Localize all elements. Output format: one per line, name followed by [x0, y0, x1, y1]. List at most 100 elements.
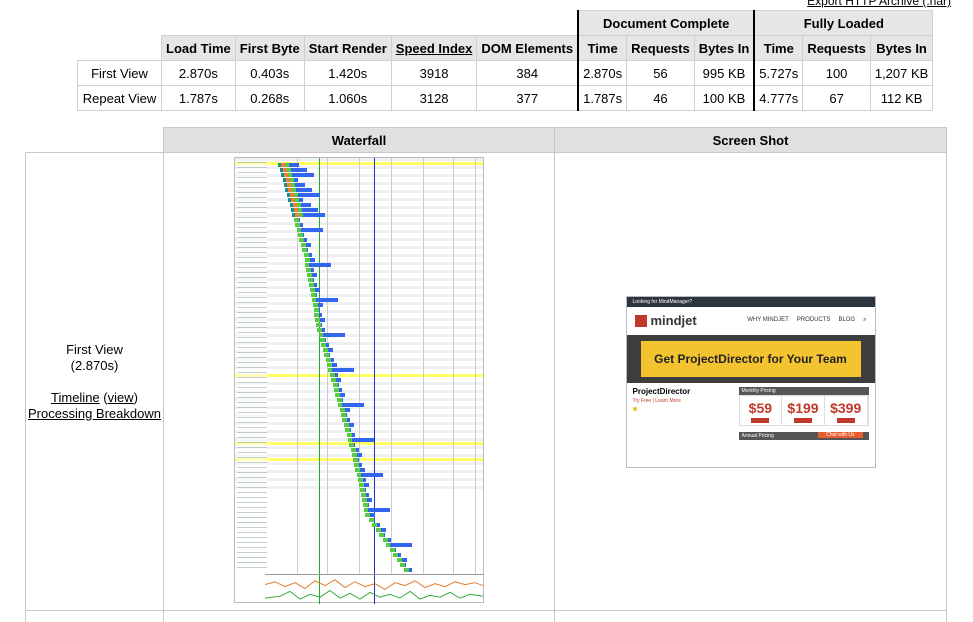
- waterfall-bar: [347, 418, 351, 422]
- timeline-link[interactable]: Timeline: [51, 390, 100, 405]
- doc-complete-line: [374, 158, 375, 604]
- summary-table: Document Complete Fully Loaded Load Time…: [77, 10, 934, 111]
- waterfall-bar: [315, 293, 317, 297]
- cpu-bandwidth-graph: [265, 574, 483, 600]
- group-document-complete: Document Complete: [577, 10, 756, 36]
- waterfall-bar: [384, 533, 386, 537]
- waterfall-bar: [311, 268, 315, 272]
- screenshot-cell: Looking for MindManager? mindjet WHY MIN…: [554, 152, 947, 611]
- first-view-cell: First View (2.870s) Timeline (view) Proc…: [25, 152, 164, 611]
- waterfall-bar: [358, 458, 360, 462]
- waterfall-bar: [303, 213, 326, 217]
- waterfall-bar: [360, 468, 366, 472]
- col-fl-bytes: Bytes In: [869, 35, 934, 61]
- col-speed-index[interactable]: Speed Index: [390, 35, 478, 61]
- waterfall-bar: [329, 353, 331, 357]
- waterfall-bar: [321, 323, 323, 327]
- waterfall-bar: [297, 193, 320, 197]
- table-row: Repeat View 1.787s 0.268s 1.060s 3128 37…: [77, 85, 934, 111]
- waterfall-bar: [303, 233, 304, 237]
- waterfall-bar: [295, 183, 305, 187]
- col-fl-time: Time: [753, 35, 804, 61]
- screenshot-nav-item: BLOG: [838, 317, 856, 323]
- waterfall-bar: [304, 238, 308, 242]
- waterfall-bar: [322, 333, 345, 337]
- waterfall-header: Waterfall: [163, 127, 555, 153]
- screenshot-nav-item: WHY MINDJET: [747, 317, 789, 323]
- waterfall-bar: [408, 568, 412, 572]
- col-first-byte: First Byte: [234, 35, 305, 61]
- waterfall-bar: [370, 513, 376, 517]
- waterfall-bar: [363, 483, 369, 487]
- screenshot-header: Screen Shot: [554, 127, 947, 153]
- waterfall-bar: [364, 488, 366, 492]
- waterfall-bar: [317, 303, 323, 307]
- timeline-view-link[interactable]: view: [108, 390, 134, 405]
- waterfall-bar: [405, 563, 407, 567]
- waterfall-bar: [398, 553, 402, 557]
- waterfall-bar: [309, 263, 332, 267]
- search-icon: ⌕: [863, 317, 867, 323]
- start-render-line: [319, 158, 320, 604]
- waterfall-bar: [330, 358, 334, 362]
- mindjet-logo-icon: [634, 314, 647, 327]
- waterfall-bar: [340, 393, 346, 397]
- waterfall-bar: [300, 203, 311, 207]
- waterfall-bar: [390, 543, 413, 547]
- waterfall-cell: [163, 152, 555, 611]
- details-table: Waterfall Screen Shot First View (2.870s…: [25, 127, 947, 622]
- waterfall-bar: [315, 298, 338, 302]
- waterfall-bar: [394, 548, 396, 552]
- waterfall-bar: [300, 228, 323, 232]
- waterfall-bar: [308, 253, 312, 257]
- price: $399: [830, 399, 862, 416]
- first-view-label: First View: [66, 341, 123, 357]
- screenshot-logo: mindjet: [650, 313, 697, 328]
- row-label: Repeat View: [77, 85, 162, 111]
- screenshot-chat: Chat with Us: [818, 431, 863, 438]
- screenshot-product: ProjectDirector: [632, 386, 691, 396]
- price: $59: [748, 399, 773, 416]
- page-screenshot[interactable]: Looking for MindManager? mindjet WHY MIN…: [625, 295, 876, 468]
- waterfall-bar: [313, 278, 315, 282]
- waterfall-bar: [332, 368, 355, 372]
- waterfall-bar: [365, 493, 369, 497]
- waterfall-bar: [324, 338, 326, 342]
- waterfall-bar: [312, 273, 318, 277]
- waterfall-bar: [309, 258, 315, 262]
- waterfall-bar: [368, 508, 391, 512]
- waterfall-bar: [359, 463, 363, 467]
- waterfall-image[interactable]: [234, 157, 484, 604]
- waterfall-bar: [327, 348, 333, 352]
- waterfall-bar: [292, 173, 315, 177]
- col-fl-requests: Requests: [802, 35, 871, 61]
- waterfall-bar: [367, 498, 372, 502]
- waterfall-bar: [296, 188, 313, 192]
- export-har-link[interactable]: Export HTTP Archive (.har): [807, 0, 951, 8]
- col-dom-elements: DOM Elements: [476, 35, 579, 61]
- waterfall-bar: [302, 208, 318, 212]
- waterfall-bar: [348, 423, 354, 427]
- first-view-time: (2.870s): [70, 357, 119, 373]
- waterfall-bar: [354, 443, 356, 447]
- waterfall-bar: [318, 308, 320, 312]
- waterfall-bar: [341, 398, 343, 402]
- waterfall-bar: [293, 178, 298, 182]
- waterfall-bar: [351, 433, 355, 437]
- col-load-time: Load Time: [161, 35, 236, 61]
- processing-breakdown-link[interactable]: Processing Breakdown: [28, 406, 161, 421]
- waterfall-bar: [362, 478, 366, 482]
- waterfall-bar: [298, 218, 300, 222]
- screenshot-nav-item: PRODUCTS: [796, 317, 831, 323]
- waterfall-bar: [355, 448, 359, 452]
- col-dc-requests: Requests: [626, 35, 695, 61]
- waterfall-bar: [360, 473, 383, 477]
- screenshot-annual: Annual Pricing: [741, 432, 774, 439]
- row-label: First View: [77, 60, 162, 86]
- col-start-render: Start Render: [303, 35, 392, 61]
- waterfall-bar: [289, 163, 300, 167]
- screenshot-sub: Try Free | Learn More: [632, 397, 681, 404]
- waterfall-bar: [368, 503, 370, 507]
- waterfall-bar: [322, 328, 326, 332]
- waterfall-bar: [314, 288, 320, 292]
